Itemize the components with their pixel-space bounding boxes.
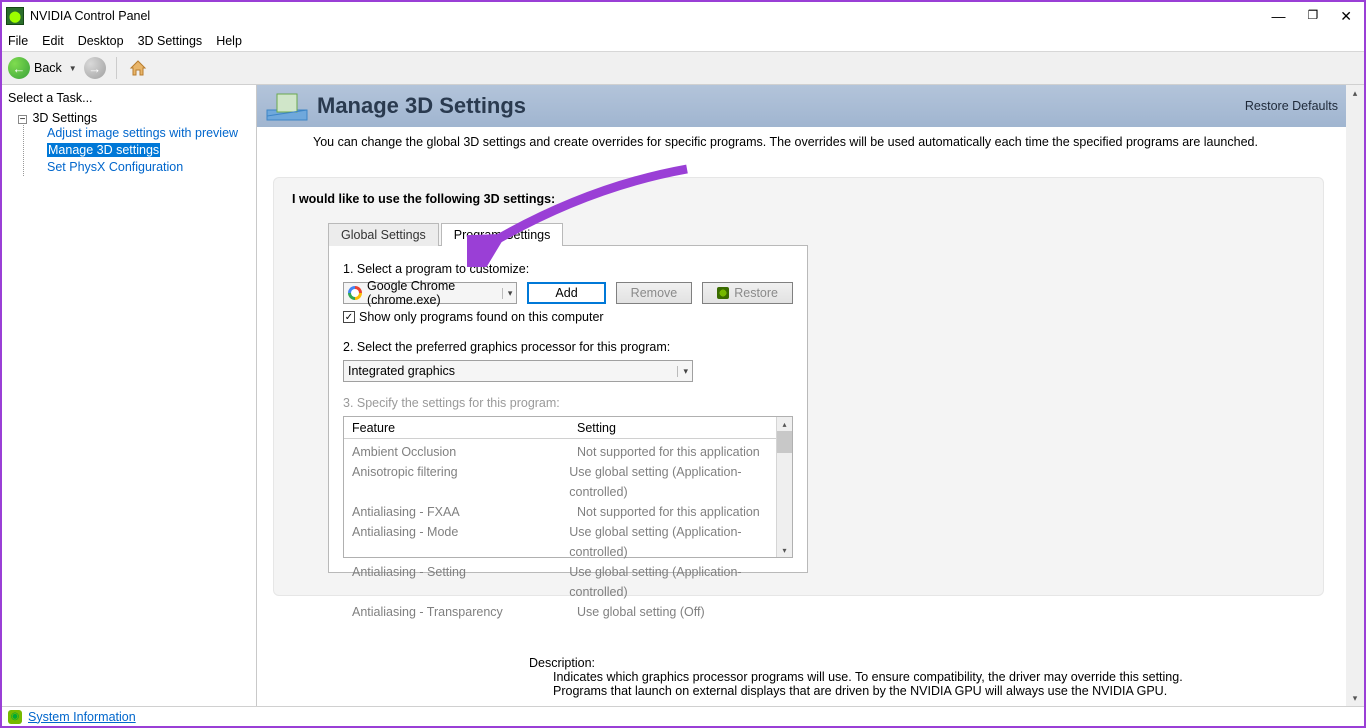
nvidia-eye-icon [717, 287, 729, 299]
table-row[interactable]: Anisotropic filteringUse global setting … [352, 462, 792, 502]
program-select[interactable]: Google Chrome (chrome.exe) ▾ [343, 282, 517, 304]
back-history-dropdown[interactable]: ▼ [66, 64, 80, 73]
show-only-found-checkbox[interactable]: ✓ Show only programs found on this compu… [343, 310, 793, 324]
main-scrollbar[interactable]: ▴ ▾ [1346, 85, 1364, 706]
step1-label: 1. Select a program to customize: [343, 262, 793, 276]
tree-category-3d-settings[interactable]: − 3D Settings [18, 111, 248, 125]
menu-file[interactable]: File [8, 34, 28, 48]
forward-button[interactable]: → [84, 57, 106, 79]
menu-bar: File Edit Desktop 3D Settings Help [2, 30, 1364, 52]
window-title: NVIDIA Control Panel [30, 9, 150, 23]
main-content: Manage 3D Settings Restore Defaults You … [257, 85, 1364, 706]
table-row[interactable]: Ambient OcclusionNot supported for this … [352, 442, 792, 462]
settings-table: Feature Setting Ambient OcclusionNot sup… [343, 416, 793, 558]
description-header: Description: [529, 656, 1334, 670]
checkbox-label: Show only programs found on this compute… [359, 310, 604, 324]
col-feature: Feature [352, 421, 577, 435]
remove-button: Remove [616, 282, 693, 304]
toolbar-separator [116, 57, 117, 79]
menu-3d-settings[interactable]: 3D Settings [138, 34, 203, 48]
table-row[interactable]: Antialiasing - TransparencyUse global se… [352, 602, 792, 622]
status-bar: ◉ System Information [2, 706, 1364, 726]
scroll-up-icon[interactable]: ▴ [1346, 85, 1364, 101]
sidebar-header: Select a Task... [2, 89, 256, 107]
gpu-select[interactable]: Integrated graphics ▾ [343, 360, 693, 382]
close-button[interactable]: ✕ [1340, 8, 1352, 25]
home-icon [128, 58, 148, 78]
table-row[interactable]: Antialiasing - ModeUse global setting (A… [352, 522, 792, 562]
page-intro: You can change the global 3D settings an… [257, 127, 1364, 159]
minimize-button[interactable]: — [1272, 8, 1286, 25]
step3-label: 3. Specify the settings for this program… [343, 396, 793, 410]
back-arrow-icon: ← [8, 57, 30, 79]
back-button[interactable]: ← Back [8, 57, 62, 79]
menu-desktop[interactable]: Desktop [78, 34, 124, 48]
collapse-icon[interactable]: − [18, 115, 27, 124]
app-icon: ⬤ [6, 7, 24, 25]
tab-global-settings[interactable]: Global Settings [328, 223, 439, 246]
table-header: Feature Setting [344, 417, 792, 439]
table-row[interactable]: Antialiasing - SettingUse global setting… [352, 562, 792, 602]
task-sidebar: Select a Task... − 3D Settings Adjust im… [2, 85, 257, 706]
chrome-icon [348, 286, 362, 300]
nav-toolbar: ← Back ▼ → [2, 52, 1364, 85]
system-information-link[interactable]: System Information [28, 710, 136, 724]
col-setting: Setting [577, 421, 616, 435]
chevron-down-icon: ▾ [502, 288, 513, 299]
description-line: Programs that launch on external display… [553, 684, 1334, 698]
add-button[interactable]: Add [527, 282, 605, 304]
title-bar: ⬤ NVIDIA Control Panel — ❐ ✕ [2, 2, 1364, 30]
program-settings-body: 1. Select a program to customize: Google… [328, 245, 808, 573]
menu-help[interactable]: Help [216, 34, 242, 48]
table-row[interactable]: Antialiasing - FXAANot supported for thi… [352, 502, 792, 522]
chevron-down-icon: ▾ [677, 366, 688, 377]
page-header-icon [263, 88, 311, 124]
maximize-button[interactable]: ❐ [1308, 8, 1319, 25]
info-icon: ◉ [8, 710, 22, 724]
tab-strip: Global Settings Program Settings [328, 222, 1305, 245]
tree-item-physx[interactable]: Set PhysX Configuration [47, 159, 248, 176]
step2-label: 2. Select the preferred graphics process… [343, 340, 793, 354]
tab-program-settings[interactable]: Program Settings [441, 223, 564, 246]
program-select-value: Google Chrome (chrome.exe) [367, 279, 502, 307]
menu-edit[interactable]: Edit [42, 34, 64, 48]
scroll-thumb[interactable] [777, 431, 792, 453]
scroll-up-icon[interactable]: ▴ [777, 417, 792, 431]
scroll-down-icon[interactable]: ▾ [1346, 690, 1364, 706]
scroll-down-icon[interactable]: ▾ [777, 543, 792, 557]
restore-button: Restore [702, 282, 793, 304]
restore-defaults-link[interactable]: Restore Defaults [1245, 99, 1338, 113]
page-title: Manage 3D Settings [317, 93, 526, 119]
back-label: Back [34, 61, 62, 75]
panel-lead: I would like to use the following 3D set… [292, 192, 1305, 206]
window-controls: — ❐ ✕ [1272, 8, 1361, 25]
description-block: Description: Indicates which graphics pr… [529, 656, 1334, 698]
page-header: Manage 3D Settings Restore Defaults [257, 85, 1346, 127]
tree-item-adjust-image[interactable]: Adjust image settings with preview [47, 125, 248, 142]
tree-item-manage-3d[interactable]: Manage 3D settings [47, 142, 248, 159]
checkbox-checked-icon: ✓ [343, 311, 355, 323]
table-scrollbar[interactable]: ▴ ▾ [776, 417, 792, 557]
home-button[interactable] [127, 57, 149, 79]
description-line: Indicates which graphics processor progr… [553, 670, 1334, 684]
settings-panel: I would like to use the following 3D set… [273, 177, 1324, 596]
gpu-select-value: Integrated graphics [348, 364, 677, 378]
